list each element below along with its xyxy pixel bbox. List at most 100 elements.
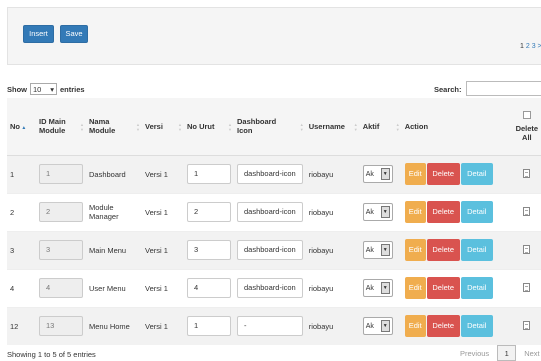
cell-dashboard-icon: dashboard-icon <box>234 230 306 269</box>
id-main-module-field: 4 <box>39 278 83 298</box>
cell-versi: Versi 1 <box>142 268 184 307</box>
cell-username: riobayu <box>305 268 360 307</box>
cell-versi: Versi 1 <box>142 154 184 193</box>
top-page-current[interactable]: 1 <box>520 43 524 50</box>
aktif-value: Ak <box>365 170 374 178</box>
entries-length-select[interactable]: 10 ▾ <box>30 83 57 95</box>
edit-button[interactable]: Edit <box>404 163 426 185</box>
search-input[interactable] <box>466 81 541 96</box>
aktif-value: Ak <box>365 284 374 292</box>
cell-id-main-module: 2 <box>36 192 86 231</box>
detail-button[interactable]: Detail <box>460 163 493 185</box>
cell-username: riobayu <box>305 154 360 193</box>
document-icon[interactable] <box>523 244 531 254</box>
top-pagination: 1 2 3 > <box>520 43 541 50</box>
cell-action: Edit Delete Detail <box>401 230 506 269</box>
col-header-action: Action <box>401 98 506 156</box>
current-page-button[interactable]: 1 <box>497 345 517 361</box>
top-page-links[interactable]: 2 3 <box>526 43 536 50</box>
no-urut-input[interactable]: 1 <box>187 316 231 337</box>
cell-action: Edit Delete Detail <box>401 192 506 231</box>
col-header-no[interactable]: No ▲ <box>7 98 36 156</box>
show-label: Show <box>7 84 27 94</box>
insert-button[interactable]: Insert <box>23 25 54 43</box>
cell-username: riobayu <box>305 306 360 345</box>
col-header-username[interactable]: Username <box>305 98 360 156</box>
edit-button[interactable]: Edit <box>404 239 426 261</box>
cell-dashboard-icon: dashboard-icon <box>234 192 306 231</box>
cell-id-main-module: 3 <box>36 230 86 269</box>
detail-button[interactable]: Detail <box>460 315 493 338</box>
delete-button[interactable]: Delete <box>426 163 460 185</box>
delete-button[interactable]: Delete <box>426 201 460 223</box>
cell-action: Edit Delete Detail <box>401 306 506 345</box>
detail-button[interactable]: Detail <box>460 277 493 299</box>
col-header-delete-all: Delete All <box>505 98 541 156</box>
dashboard-icon-input[interactable]: dashboard-icon <box>237 202 303 222</box>
dropdown-arrow-icon: ▼ <box>380 206 390 218</box>
previous-page-link[interactable]: Previous <box>460 349 489 358</box>
id-main-module-field: 13 <box>39 316 83 337</box>
entries-length-value: 10 <box>33 84 42 94</box>
no-urut-input[interactable]: 1 <box>187 164 231 184</box>
edit-button[interactable]: Edit <box>404 277 426 299</box>
cell-no: 2 <box>7 192 36 231</box>
entries-label: entries <box>60 84 85 94</box>
dashboard-icon-input[interactable]: dashboard-icon <box>237 164 303 184</box>
no-urut-input[interactable]: 4 <box>187 278 231 298</box>
cell-no-urut: 1 <box>184 306 234 345</box>
dashboard-icon-input[interactable]: dashboard-icon <box>237 240 303 260</box>
no-urut-input[interactable]: 3 <box>187 240 231 260</box>
cell-nama-module: User Menu <box>86 268 142 307</box>
delete-button[interactable]: Delete <box>426 277 460 299</box>
document-icon[interactable] <box>523 206 531 216</box>
aktif-select[interactable]: Ak ▼ <box>362 203 393 221</box>
edit-button[interactable]: Edit <box>404 315 426 338</box>
dropdown-arrow-icon: ▼ <box>380 320 390 333</box>
aktif-select[interactable]: Ak ▼ <box>362 317 393 336</box>
cell-no: 4 <box>7 268 36 307</box>
next-page-link[interactable]: Next <box>524 349 539 358</box>
aktif-select[interactable]: Ak ▼ <box>362 241 393 259</box>
dashboard-icon-input[interactable]: - <box>237 316 303 337</box>
id-main-module-field: 1 <box>39 164 83 184</box>
table-row: 1 1 Dashboard Versi 1 1 dashboard-icon riobayu… <box>7 154 541 193</box>
document-icon[interactable] <box>523 168 531 178</box>
module-table: No ▲ ID Main Module Nama Module Versi No… <box>7 98 541 345</box>
col-header-dashboard-icon[interactable]: Dashboard Icon <box>234 98 306 156</box>
detail-button[interactable]: Detail <box>460 201 493 223</box>
dropdown-arrow-icon: ▾ <box>50 84 54 94</box>
cell-nama-module: Menu Home <box>86 306 142 345</box>
cell-aktif: Ak ▼ <box>359 230 402 269</box>
edit-button[interactable]: Edit <box>404 201 426 223</box>
delete-button[interactable]: Delete <box>426 315 460 338</box>
top-page-next[interactable]: > <box>538 43 541 50</box>
col-header-versi[interactable]: Versi <box>142 98 184 156</box>
aktif-select[interactable]: Ak ▼ <box>362 279 393 297</box>
col-header-id-main-module[interactable]: ID Main Module <box>36 98 86 156</box>
entries-length-control: Show 10 ▾ entries <box>7 83 85 95</box>
dropdown-arrow-icon: ▼ <box>380 244 390 256</box>
delete-button[interactable]: Delete <box>426 239 460 261</box>
table-info: Showing 1 to 5 of 5 entries <box>7 350 96 359</box>
cell-no-urut: 3 <box>184 230 234 269</box>
dashboard-icon-input[interactable]: dashboard-icon <box>237 278 303 298</box>
table-row: 4 4 User Menu Versi 1 4 dashboard-icon riobayu… <box>7 268 541 307</box>
save-button[interactable]: Save <box>60 25 88 43</box>
aktif-value: Ak <box>365 208 374 216</box>
cell-id-main-module: 1 <box>36 154 86 193</box>
col-header-aktif[interactable]: Aktif <box>359 98 402 156</box>
table-row: 12 13 Menu Home Versi 1 1- riobayu Ak ▼ Edit Dele… <box>7 306 541 345</box>
no-urut-input[interactable]: 2 <box>187 202 231 222</box>
cell-no: 3 <box>7 230 36 269</box>
col-header-no-urut[interactable]: No Urut <box>184 98 234 156</box>
aktif-select[interactable]: Ak ▼ <box>362 165 393 183</box>
col-header-nama-module[interactable]: Nama Module <box>86 98 142 156</box>
document-icon[interactable] <box>523 282 531 292</box>
document-icon[interactable] <box>523 320 531 330</box>
cell-nama-module: Module Manager <box>86 192 142 231</box>
delete-all-checkbox[interactable] <box>522 110 531 119</box>
detail-button[interactable]: Detail <box>460 239 493 261</box>
table-row: 2 2 Module Manager Versi 1 2 dashboard-icon ri… <box>7 192 541 231</box>
cell-no-urut: 2 <box>184 192 234 231</box>
